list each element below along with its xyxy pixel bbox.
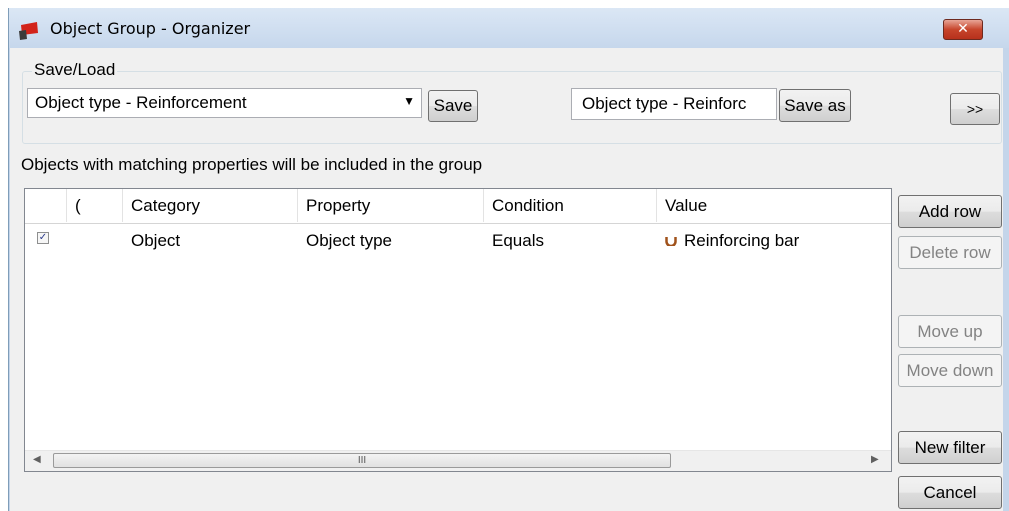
column-header-category[interactable]: Category — [123, 189, 298, 222]
expand-button[interactable]: >> — [950, 93, 1000, 125]
scroll-left-icon[interactable]: ◀ — [33, 454, 41, 465]
window-title: Object Group - Organizer — [50, 19, 251, 38]
column-header-value[interactable]: Value — [657, 189, 891, 222]
column-header-check[interactable] — [25, 189, 67, 222]
save-button[interactable]: Save — [428, 90, 478, 122]
delete-row-button[interactable]: Delete row — [898, 236, 1002, 269]
horizontal-scrollbar[interactable]: ◀ III ▶ — [25, 450, 891, 471]
app-icon — [19, 22, 38, 40]
row-paren[interactable] — [67, 224, 123, 258]
row-property[interactable]: Object type — [298, 224, 484, 258]
scroll-right-icon[interactable]: ▶ — [871, 454, 879, 465]
row-condition[interactable]: Equals — [484, 224, 657, 258]
add-row-button[interactable]: Add row — [898, 195, 1002, 228]
settings-combo[interactable]: Object type - Reinforcement ▼ — [27, 88, 422, 118]
grid-header: ( Category Property Condition Value — [25, 189, 891, 224]
title-bar[interactable]: Object Group - Organizer ✕ — [9, 8, 1009, 48]
row-value: Reinforcing bar — [684, 231, 800, 250]
save-as-button[interactable]: Save as — [779, 89, 851, 122]
new-filter-button[interactable]: New filter — [898, 431, 1002, 464]
move-down-button[interactable]: Move down — [898, 354, 1002, 387]
save-as-name-field[interactable]: Object type - Reinforc — [571, 88, 777, 120]
move-up-button[interactable]: Move up — [898, 315, 1002, 348]
close-button[interactable]: ✕ — [943, 19, 983, 40]
organizer-window: Object Group - Organizer ✕ Save/Load Obj… — [8, 8, 1009, 511]
dialog-body: Save/Load Object type - Reinforcement ▼ … — [10, 48, 1003, 511]
reinforcing-bar-icon — [665, 237, 677, 247]
dropdown-arrow-icon[interactable]: ▼ — [403, 94, 415, 108]
filter-grid[interactable]: ( Category Property Condition Value ✓ Ob… — [24, 188, 892, 472]
column-header-paren[interactable]: ( — [67, 189, 123, 222]
row-value-cell[interactable]: Reinforcing bar — [657, 224, 891, 258]
table-row[interactable]: ✓ Object Object type Equals Reinforcing … — [25, 224, 891, 258]
row-category[interactable]: Object — [123, 224, 298, 258]
column-header-condition[interactable]: Condition — [484, 189, 657, 222]
scroll-thumb[interactable]: III — [53, 453, 671, 468]
save-load-legend: Save/Load — [32, 60, 118, 80]
filter-caption: Objects with matching properties will be… — [21, 155, 483, 174]
settings-combo-value: Object type - Reinforcement — [35, 93, 247, 112]
column-header-property[interactable]: Property — [298, 189, 484, 222]
close-icon: ✕ — [957, 21, 969, 37]
row-enabled-checkbox[interactable]: ✓ — [37, 232, 49, 244]
cancel-button[interactable]: Cancel — [898, 476, 1002, 509]
